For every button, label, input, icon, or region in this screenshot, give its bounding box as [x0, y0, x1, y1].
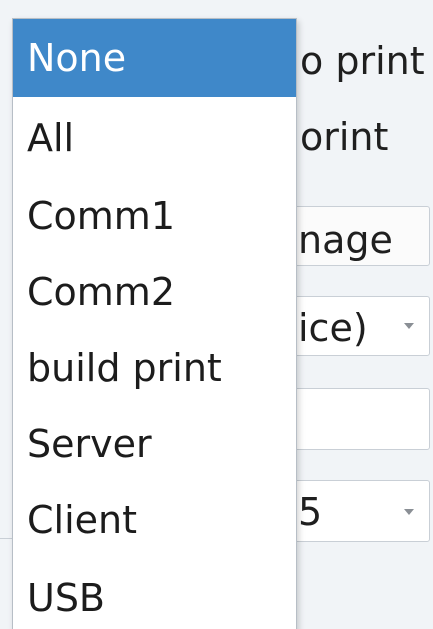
device-select-value: ice): [298, 306, 368, 350]
dropdown-option-none[interactable]: None: [13, 19, 296, 97]
number-select-value: 5: [298, 490, 323, 534]
dropdown-option-comm1[interactable]: Comm1: [13, 177, 296, 255]
dropdown-option-build-print[interactable]: build print: [13, 329, 296, 407]
number-select[interactable]: 5: [280, 480, 430, 542]
print-option-label-2: orint: [300, 115, 389, 159]
print-option-label: o print: [300, 39, 425, 83]
dropdown-option-client[interactable]: Client: [13, 481, 296, 559]
chevron-down-icon: [404, 323, 414, 329]
chevron-down-icon: [404, 509, 414, 515]
dropdown-option-all[interactable]: All: [13, 99, 296, 177]
dropdown-list[interactable]: None All Comm1 Comm2 build print Server …: [12, 18, 297, 629]
manage-button-label: nage: [298, 218, 393, 262]
screen: o print orint nage ice) 5 None All Comm1…: [0, 0, 433, 629]
dropdown-option-usb[interactable]: USB: [13, 559, 296, 629]
device-select[interactable]: ice): [280, 296, 430, 356]
dropdown-option-comm2[interactable]: Comm2: [13, 253, 296, 331]
text-input[interactable]: [280, 388, 430, 450]
dropdown-option-server[interactable]: Server: [13, 405, 296, 483]
manage-button[interactable]: nage: [280, 206, 430, 266]
